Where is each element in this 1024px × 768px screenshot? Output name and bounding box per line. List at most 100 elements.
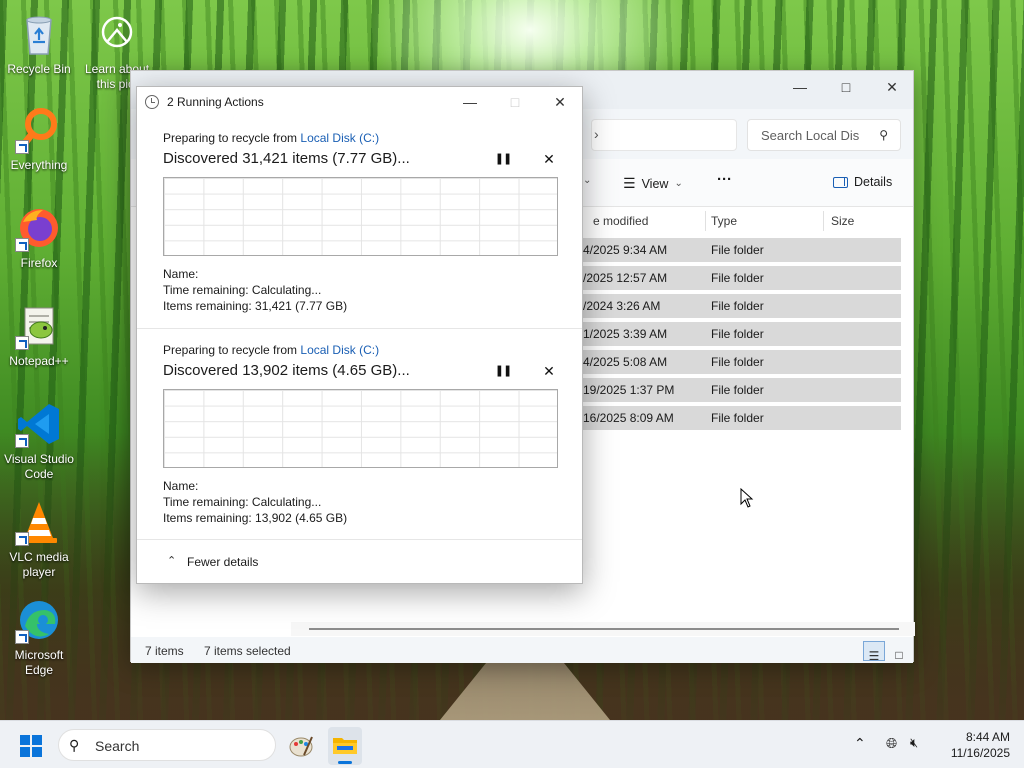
dialog-close-button[interactable]: ✕ (537, 87, 583, 117)
desktop-icon-label: Notepad++ (9, 354, 69, 368)
search-icon: ⚲ (69, 737, 80, 753)
shortcut-arrow-icon (15, 434, 29, 448)
operation-prefix: Preparing to recycle from (163, 131, 301, 145)
column-header-size[interactable]: Size (831, 214, 854, 228)
desktop-icon-recycle-bin[interactable]: Recycle Bin (1, 10, 77, 77)
sort-dropdown-chevron-icon[interactable]: ⌄ (583, 175, 591, 186)
file-row[interactable]: /2025 12:57 AM File folder (581, 266, 901, 290)
status-bar: 7 items 7 items selected ☰ □ (131, 637, 913, 663)
close-button[interactable]: ✕ (869, 71, 915, 103)
operation-details: Name: Time remaining: Calculating... Ite… (163, 478, 347, 526)
row-type: File folder (711, 271, 764, 285)
row-date-modified: 4/2025 5:08 AM (583, 355, 668, 369)
source-location-link[interactable]: Local Disk (C:) (300, 131, 379, 145)
operation-item: Preparing to recycle from Local Disk (C:… (137, 329, 582, 541)
explorer-search-input[interactable]: Search Local Dis ⚲ (747, 119, 901, 151)
desktop-icon-vlc[interactable]: VLC media player (1, 498, 77, 580)
maximize-button[interactable]: □ (823, 71, 869, 103)
row-type: File folder (711, 299, 764, 313)
desktop-icon-label: Everything (10, 158, 68, 172)
pause-icon: ❚❚ (494, 365, 512, 377)
edge-icon (15, 596, 63, 644)
desktop-icon-everything[interactable]: Everything (1, 106, 77, 173)
chevron-down-icon: ⌄ (674, 178, 683, 189)
windows-logo-icon (20, 735, 42, 757)
details-label: Details (854, 175, 893, 189)
file-row[interactable]: 4/2025 9:34 AM File folder (581, 238, 901, 262)
minimize-button[interactable]: — (777, 71, 823, 103)
detail-items-remaining: Items remaining: 13,902 (4.65 GB) (163, 511, 348, 525)
view-label: View (641, 176, 669, 191)
details-pane-button[interactable]: Details (833, 175, 892, 189)
horizontal-scrollbar-thumb[interactable] (309, 628, 899, 630)
notepadpp-icon (15, 302, 63, 350)
desktop-icon-firefox[interactable]: Firefox (1, 204, 77, 271)
view-button[interactable]: ☰ View ⌄ (623, 175, 683, 192)
desktop-icon-label: Recycle Bin (7, 62, 71, 76)
search-icon: ⚲ (879, 128, 888, 142)
taskbar-paint-app[interactable] (288, 733, 314, 759)
start-button[interactable] (20, 735, 42, 757)
clock-time: 8:44 AM (965, 730, 1010, 744)
desktop-icon-notepadpp[interactable]: Notepad++ (1, 302, 77, 369)
cancel-operation-button[interactable]: ✕ (539, 149, 559, 169)
column-header-date-modified[interactable]: e modified (593, 214, 648, 228)
active-app-indicator (338, 761, 352, 764)
learn-about-picture-icon (93, 10, 141, 58)
taskbar-search-box[interactable]: ⚲ Search (58, 729, 276, 761)
detail-items-remaining: Items remaining: 31,421 (7.77 GB) (163, 299, 348, 313)
file-row[interactable]: 19/2025 1:37 PM File folder (581, 378, 901, 402)
more-options-button[interactable]: ··· (717, 171, 732, 188)
pause-button[interactable]: ❚❚ (493, 149, 513, 169)
mouse-cursor-icon (740, 488, 754, 508)
system-clock[interactable]: 8:44 AM 11/16/2025 (938, 729, 1010, 761)
file-row[interactable]: /2024 3:26 AM File folder (581, 294, 901, 318)
desktop-icon-vscode[interactable]: Visual Studio Code (1, 400, 77, 482)
dialog-titlebar[interactable]: 2 Running Actions — □ ✕ (137, 87, 582, 117)
pause-button[interactable]: ❚❚ (493, 361, 513, 381)
clock-icon (145, 95, 159, 109)
speed-graph (163, 177, 558, 256)
operation-prefix: Preparing to recycle from (163, 343, 301, 357)
file-row[interactable]: 16/2025 8:09 AM File folder (581, 406, 901, 430)
row-type: File folder (711, 327, 764, 341)
row-date-modified: 16/2025 8:09 AM (583, 411, 674, 425)
running-actions-dialog[interactable]: 2 Running Actions — □ ✕ Preparing to rec… (136, 86, 583, 584)
desktop-icon-edge[interactable]: Microsoft Edge (1, 596, 77, 678)
operation-details: Name: Time remaining: Calculating... Ite… (163, 266, 347, 314)
shortcut-arrow-icon (15, 238, 29, 252)
operation-description: Preparing to recycle from Local Disk (C:… (163, 343, 379, 357)
clock-date: 11/16/2025 (950, 746, 1010, 760)
more-options-label: ··· (717, 171, 732, 188)
row-date-modified: 1/2025 3:39 AM (583, 327, 668, 341)
recycle-bin-icon (15, 10, 63, 58)
desktop-icon-label: VLC media player (9, 550, 69, 579)
taskbar: ⚲ Search ⌃ 🌐︎ 🔇︎ 8:44 AM 11/16/2025 (0, 720, 1024, 768)
network-globe-icon[interactable]: 🌐︎ (886, 735, 897, 752)
speed-graph (163, 389, 558, 468)
address-field[interactable]: › (591, 119, 737, 151)
fewer-details-toggle[interactable]: ⌃ Fewer details (137, 539, 582, 583)
row-type: File folder (711, 411, 764, 425)
row-date-modified: 4/2025 9:34 AM (583, 243, 668, 257)
details-view-button[interactable]: ☰ (863, 641, 885, 663)
tiles-view-button[interactable]: □ (888, 641, 910, 662)
taskbar-file-explorer[interactable] (328, 727, 362, 765)
column-header-type[interactable]: Type (711, 214, 737, 228)
detail-name: Name: (163, 479, 199, 493)
fewer-details-label: Fewer details (187, 555, 259, 569)
dialog-maximize-button: □ (510, 94, 520, 110)
shortcut-arrow-icon (15, 532, 29, 546)
pause-icon: ❚❚ (494, 153, 512, 165)
file-row[interactable]: 4/2025 5:08 AM File folder (581, 350, 901, 374)
volume-muted-icon[interactable]: 🔇︎ (910, 735, 918, 751)
firefox-icon (15, 204, 63, 252)
column-headers: e modified Type Size (581, 207, 911, 235)
everything-search-icon (15, 106, 63, 154)
file-row[interactable]: 1/2025 3:39 AM File folder (581, 322, 901, 346)
show-hidden-icons-chevron-icon[interactable]: ⌃ (854, 735, 866, 752)
source-location-link[interactable]: Local Disk (C:) (300, 343, 379, 357)
cancel-operation-button[interactable]: ✕ (539, 361, 559, 381)
dialog-minimize-button[interactable]: — (447, 87, 493, 117)
dialog-title: 2 Running Actions (167, 95, 264, 109)
